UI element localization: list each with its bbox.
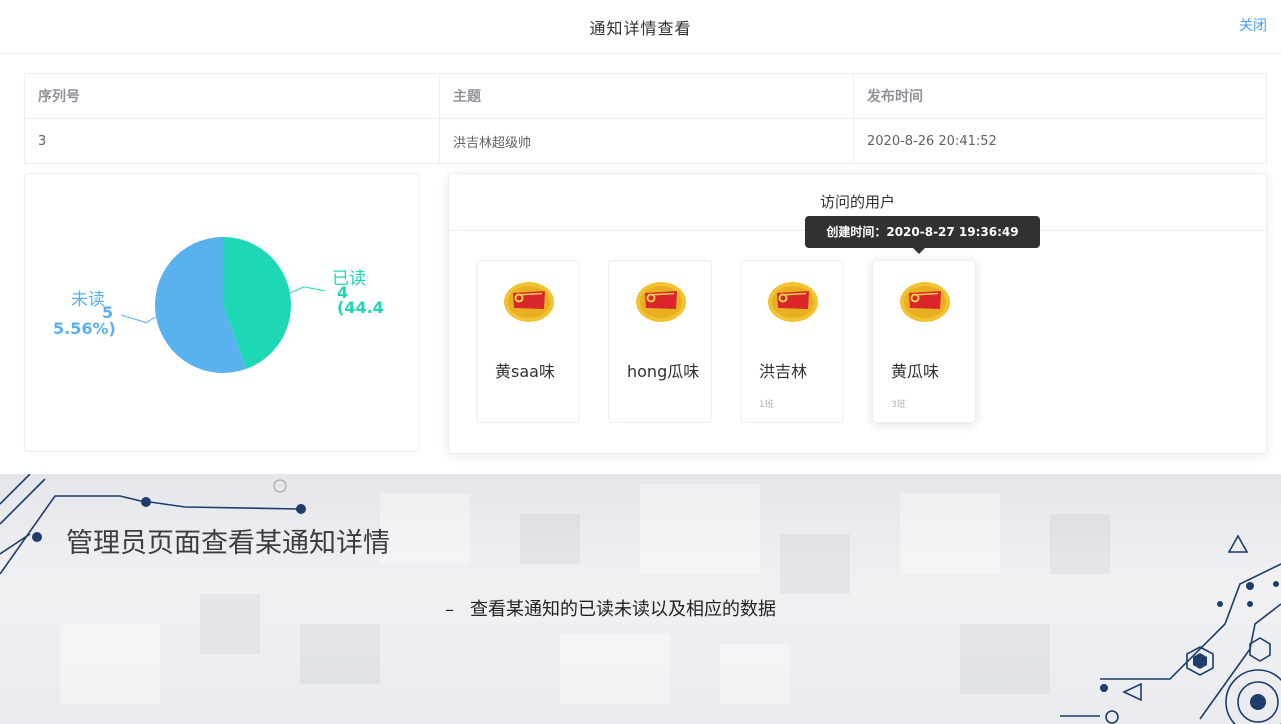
cell-serial: 3 xyxy=(24,118,440,164)
youth-league-badge-icon xyxy=(504,282,554,322)
column-header-serial: 序列号 xyxy=(24,73,440,119)
slide-bullet: – 查看某通知的已读未读以及相应的数据 xyxy=(445,595,776,621)
user-class: 3班 xyxy=(891,400,906,410)
column-header-publish-time: 发布时间 xyxy=(853,73,1267,119)
notice-info-table: 序列号 主题 发布时间 3 洪吉林超级帅 2020-8-26 20:41:52 xyxy=(24,73,1267,164)
youth-league-badge-icon xyxy=(768,282,818,322)
read-status-pie-card: 已读 4 (44.4 未读 5 5.56%) xyxy=(24,173,420,452)
user-name: hong瓜味 xyxy=(627,362,700,381)
pie-label-unread-percent: 5.56%) xyxy=(53,319,116,338)
pie-label-unread-name: 未读 xyxy=(71,290,105,310)
close-button[interactable]: 关闭 xyxy=(1239,15,1267,35)
cell-subject: 洪吉林超级帅 xyxy=(439,118,854,164)
pie-leader-line-read xyxy=(289,286,326,294)
read-status-pie-chart: 已读 4 (44.4 未读 5 5.56%) xyxy=(53,237,384,373)
slide-background: 管理员页面查看某通知详情 – 查看某通知的已读未读以及相应的数据 xyxy=(0,474,1281,724)
youth-league-badge-icon xyxy=(636,282,686,322)
user-name: 黄saa味 xyxy=(495,362,555,381)
cell-publish-time: 2020-8-26 20:41:52 xyxy=(853,118,1267,164)
user-card[interactable]: 黄saa味 xyxy=(476,260,580,423)
created-time-tooltip: 创建时间：2020-8-27 19:36:49 xyxy=(805,216,1040,248)
modal-title: 通知详情查看 xyxy=(589,19,692,38)
modal-header: 通知详情查看 关闭 xyxy=(0,0,1281,54)
user-card[interactable]: hong瓜味 xyxy=(608,260,712,423)
table-header-row: 序列号 主题 发布时间 xyxy=(24,73,1267,119)
tooltip-arrow xyxy=(913,248,925,254)
pie-leader-line-unread xyxy=(120,314,157,324)
slide-title: 管理员页面查看某通知详情 xyxy=(66,528,390,559)
bullet-text: 查看某通知的已读未读以及相应的数据 xyxy=(470,599,776,620)
youth-league-badge-icon xyxy=(900,282,950,322)
pie-label-read-percent: (44.4 xyxy=(337,298,384,317)
bullet-marker: – xyxy=(445,599,454,620)
user-name: 洪吉林 xyxy=(759,362,808,381)
user-name: 黄瓜味 xyxy=(891,362,940,381)
user-class: 1班 xyxy=(759,400,774,410)
column-header-subject: 主题 xyxy=(439,73,854,119)
table-row: 3 洪吉林超级帅 2020-8-26 20:41:52 xyxy=(24,118,1267,164)
user-card-hovered[interactable]: 黄瓜味 3班 xyxy=(872,260,976,423)
user-card[interactable]: 洪吉林 1班 xyxy=(740,260,844,423)
